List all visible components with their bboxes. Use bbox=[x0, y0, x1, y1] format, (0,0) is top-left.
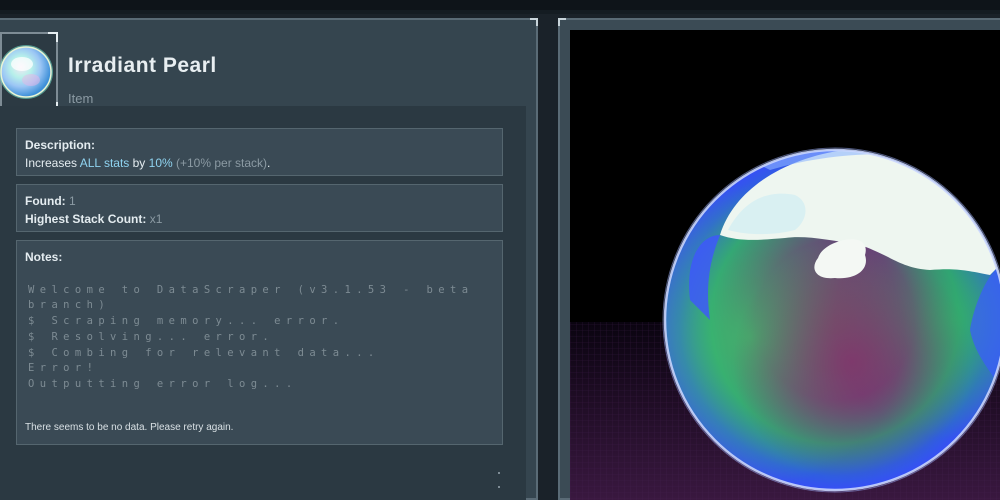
found-row: Found: 1 bbox=[25, 194, 76, 208]
decor-dot bbox=[498, 472, 500, 474]
model-viewer-panel bbox=[558, 18, 1000, 500]
description-label: Description: bbox=[25, 138, 96, 152]
description-prefix: Increases bbox=[25, 156, 80, 170]
stack-value: x1 bbox=[149, 212, 163, 226]
description-box: Description: Increases ALL stats by 10% … bbox=[16, 128, 503, 176]
entry-details: Description: Increases ALL stats by 10% … bbox=[0, 106, 526, 500]
description-text: Increases ALL stats by 10% (+10% per sta… bbox=[25, 156, 270, 170]
logbook-entry-panel: Irradiant Pearl Item Description: Increa… bbox=[0, 18, 538, 500]
notes-footer: There seems to be no data. Please retry … bbox=[25, 422, 234, 433]
top-bar-divider bbox=[0, 10, 1000, 14]
description-stack: (+10% per stack) bbox=[172, 156, 268, 170]
found-label: Found: bbox=[25, 194, 66, 208]
item-category: Item bbox=[68, 91, 94, 106]
item-icon-frame bbox=[0, 32, 58, 112]
notes-box: Notes: Welcome to DataScraper (v3.1.53 -… bbox=[16, 240, 503, 445]
log-line: Error! bbox=[28, 362, 99, 374]
item-name: Irradiant Pearl bbox=[68, 54, 217, 77]
model-viewport[interactable] bbox=[570, 30, 1000, 500]
description-end: . bbox=[267, 156, 271, 170]
pearl-3d-model[interactable] bbox=[570, 30, 1000, 500]
log-line: $ Combing for relevant data... bbox=[28, 347, 380, 359]
pearl-icon bbox=[0, 45, 53, 99]
log-line: $ Resolving... error. bbox=[28, 331, 275, 343]
description-stat: ALL stats bbox=[79, 156, 130, 170]
log-line: branch) bbox=[28, 299, 111, 311]
log-line: $ Scraping memory... error. bbox=[28, 315, 345, 327]
found-value: 1 bbox=[69, 194, 76, 208]
log-line: Outputting error log... bbox=[28, 378, 298, 390]
description-amount: 10% bbox=[148, 156, 173, 170]
decor-dot bbox=[498, 486, 500, 488]
stats-box: Found: 1 Highest Stack Count: x1 bbox=[16, 184, 503, 232]
stack-row: Highest Stack Count: x1 bbox=[25, 212, 162, 226]
stack-label: Highest Stack Count: bbox=[25, 212, 147, 226]
log-line: Welcome to DataScraper (v3.1.53 - beta bbox=[28, 284, 474, 296]
notes-label: Notes: bbox=[25, 250, 63, 264]
description-by: by bbox=[129, 156, 149, 170]
top-bar bbox=[0, 0, 1000, 10]
